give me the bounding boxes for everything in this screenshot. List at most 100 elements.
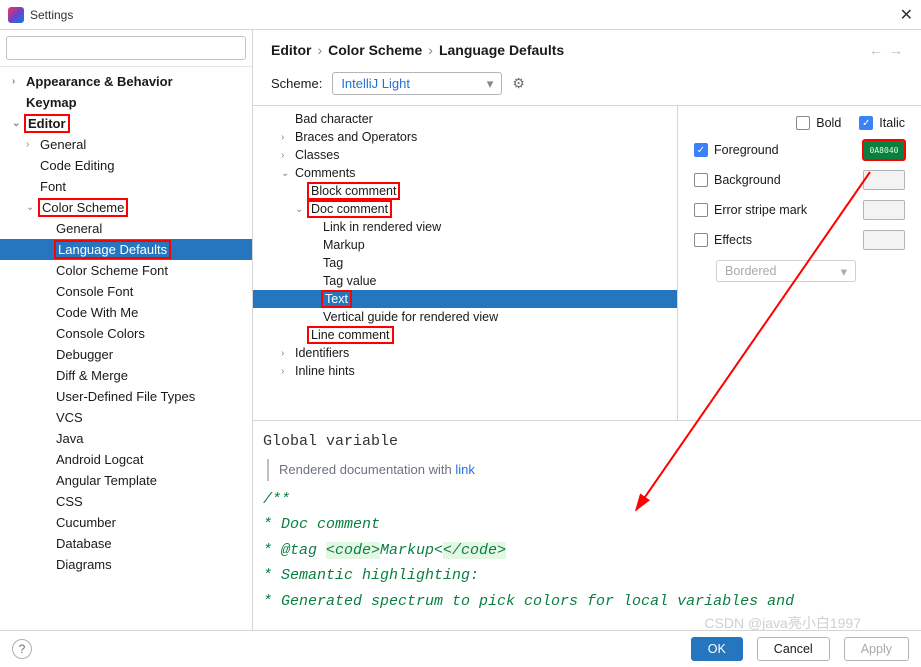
sidebar-item-android-logcat[interactable]: Android Logcat	[0, 449, 252, 470]
foreground-row[interactable]: ✓ Foreground 0A8040	[694, 140, 905, 160]
effects-swatch[interactable]	[863, 230, 905, 250]
background-swatch[interactable]	[863, 170, 905, 190]
breadcrumb: Editor › Color Scheme › Language Default…	[253, 30, 921, 66]
italic-checkbox[interactable]: ✓ Italic	[859, 116, 905, 130]
attr-item-line-comment[interactable]: Line comment	[253, 326, 677, 344]
attr-item-text[interactable]: Text	[253, 290, 677, 308]
sidebar-item-java[interactable]: Java	[0, 428, 252, 449]
sidebar-item-diff-merge[interactable]: Diff & Merge	[0, 365, 252, 386]
background-label: Background	[714, 173, 781, 187]
tree-label: Code Editing	[40, 158, 114, 173]
preview-global-var: Global variable	[263, 429, 911, 455]
italic-label: Italic	[879, 116, 905, 130]
attr-item-inline-hints[interactable]: ›Inline hints	[253, 362, 677, 380]
stripe-label: Error stripe mark	[714, 203, 807, 217]
attr-label: Comments	[295, 166, 355, 180]
sidebar-item-color-scheme-font[interactable]: Color Scheme Font	[0, 260, 252, 281]
attr-label: Vertical guide for rendered view	[323, 310, 498, 324]
attr-label: Braces and Operators	[295, 130, 417, 144]
tree-label: Console Font	[56, 284, 133, 299]
nav-forward-icon[interactable]: →	[889, 42, 903, 58]
settings-tree[interactable]: ›Appearance & BehaviorKeymap⌄Editor›Gene…	[0, 67, 252, 630]
attr-item-block-comment[interactable]: Block comment	[253, 182, 677, 200]
tree-label: Color Scheme Font	[56, 263, 168, 278]
settings-sidebar: ›Appearance & BehaviorKeymap⌄Editor›Gene…	[0, 30, 253, 630]
titlebar: Settings ✕	[0, 0, 921, 30]
sidebar-item-vcs[interactable]: VCS	[0, 407, 252, 428]
window-title: Settings	[30, 8, 73, 22]
sidebar-item-color-scheme[interactable]: ⌄Color Scheme	[0, 197, 252, 218]
sidebar-item-appearance-behavior[interactable]: ›Appearance & Behavior	[0, 71, 252, 92]
tree-label: Keymap	[26, 95, 77, 110]
attribute-tree[interactable]: Bad character›Braces and Operators›Class…	[253, 106, 678, 420]
sidebar-item-database[interactable]: Database	[0, 533, 252, 554]
checkbox-icon	[694, 233, 708, 247]
foreground-label: Foreground	[714, 143, 779, 157]
bold-checkbox[interactable]: Bold	[796, 116, 841, 130]
attr-label: Text	[323, 292, 350, 306]
ok-button[interactable]: OK	[691, 637, 743, 661]
sidebar-item-console-font[interactable]: Console Font	[0, 281, 252, 302]
tree-label: Language Defaults	[56, 242, 169, 257]
effects-row[interactable]: Effects	[694, 230, 905, 250]
tree-label: Angular Template	[56, 473, 157, 488]
sidebar-item-code-editing[interactable]: Code Editing	[0, 155, 252, 176]
sidebar-item-diagrams[interactable]: Diagrams	[0, 554, 252, 575]
search-input[interactable]	[6, 36, 246, 60]
sidebar-item-font[interactable]: Font	[0, 176, 252, 197]
attr-item-markup[interactable]: Markup	[253, 236, 677, 254]
attr-item-braces-and-operators[interactable]: ›Braces and Operators	[253, 128, 677, 146]
sidebar-item-editor[interactable]: ⌄Editor	[0, 113, 252, 134]
attr-label: Link in rendered view	[323, 220, 441, 234]
scheme-value: IntelliJ Light	[341, 76, 410, 91]
chevron-right-icon: ›	[317, 42, 322, 58]
tree-label: User-Defined File Types	[56, 389, 195, 404]
sidebar-item-general[interactable]: ›General	[0, 134, 252, 155]
checkbox-icon	[796, 116, 810, 130]
preview-link[interactable]: link	[455, 462, 475, 477]
sidebar-item-cucumber[interactable]: Cucumber	[0, 512, 252, 533]
tree-arrow-icon: ›	[281, 150, 295, 161]
sidebar-item-debugger[interactable]: Debugger	[0, 344, 252, 365]
foreground-swatch[interactable]: 0A8040	[863, 140, 905, 160]
tree-arrow-icon: ›	[12, 76, 26, 87]
attr-item-tag[interactable]: Tag	[253, 254, 677, 272]
gear-icon[interactable]: ⚙	[512, 75, 525, 92]
tree-label: Debugger	[56, 347, 113, 362]
sidebar-item-css[interactable]: CSS	[0, 491, 252, 512]
preview-rendered-doc: Rendered documentation with link	[267, 459, 911, 481]
tree-label: Cucumber	[56, 515, 116, 530]
crumb-editor[interactable]: Editor	[271, 42, 311, 58]
effects-type-select: Bordered	[716, 260, 856, 282]
crumb-color-scheme[interactable]: Color Scheme	[328, 42, 422, 58]
attr-item-bad-character[interactable]: Bad character	[253, 110, 677, 128]
sidebar-item-console-colors[interactable]: Console Colors	[0, 323, 252, 344]
attr-label: Classes	[295, 148, 339, 162]
attr-item-link-in-rendered-view[interactable]: Link in rendered view	[253, 218, 677, 236]
close-icon[interactable]: ✕	[900, 5, 913, 25]
app-logo-icon	[8, 7, 24, 23]
tree-label: Android Logcat	[56, 452, 143, 467]
sidebar-item-general[interactable]: General	[0, 218, 252, 239]
tree-arrow-icon: ⌄	[295, 204, 309, 215]
stripe-row[interactable]: Error stripe mark	[694, 200, 905, 220]
attr-item-tag-value[interactable]: Tag value	[253, 272, 677, 290]
sidebar-item-angular-template[interactable]: Angular Template	[0, 470, 252, 491]
sidebar-item-keymap[interactable]: Keymap	[0, 92, 252, 113]
stripe-swatch[interactable]	[863, 200, 905, 220]
attr-item-identifiers[interactable]: ›Identifiers	[253, 344, 677, 362]
apply-button[interactable]: Apply	[844, 637, 909, 661]
attr-item-comments[interactable]: ⌄Comments	[253, 164, 677, 182]
sidebar-item-user-defined-file-types[interactable]: User-Defined File Types	[0, 386, 252, 407]
background-row[interactable]: Background	[694, 170, 905, 190]
cancel-button[interactable]: Cancel	[757, 637, 830, 661]
nav-back-icon[interactable]: ←	[869, 42, 883, 58]
attr-item-doc-comment[interactable]: ⌄Doc comment	[253, 200, 677, 218]
help-icon[interactable]: ?	[12, 639, 32, 659]
attr-item-classes[interactable]: ›Classes	[253, 146, 677, 164]
sidebar-item-language-defaults[interactable]: Language Defaults	[0, 239, 252, 260]
scheme-select[interactable]: IntelliJ Light	[332, 72, 502, 95]
attr-item-vertical-guide-for-rendered-view[interactable]: Vertical guide for rendered view	[253, 308, 677, 326]
sidebar-item-code-with-me[interactable]: Code With Me	[0, 302, 252, 323]
tree-label: Font	[40, 179, 66, 194]
